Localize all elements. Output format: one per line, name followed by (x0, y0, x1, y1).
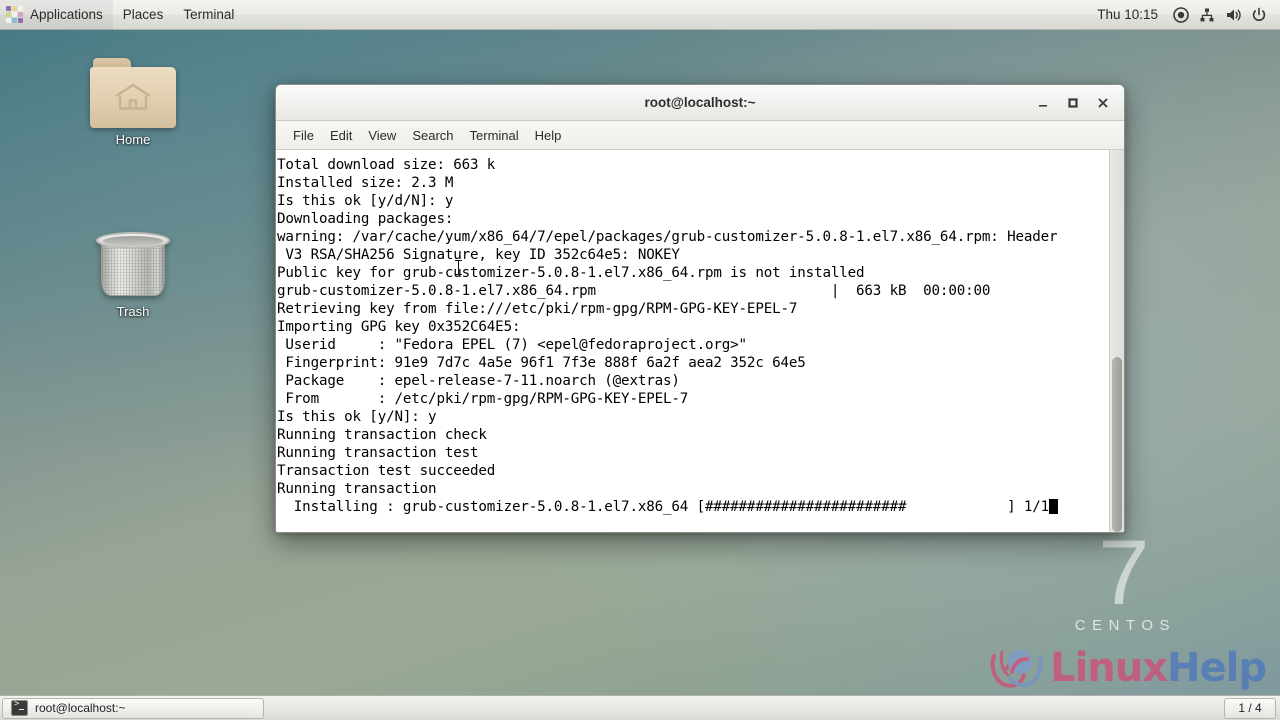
terminal-line: Userid : "Fedora EPEL (7) <epel@fedorapr… (277, 337, 747, 353)
logo-text-linux: Linux (1050, 645, 1168, 691)
house-icon (115, 83, 151, 110)
terminal-scrollbar[interactable] (1109, 150, 1124, 532)
terminal-line: Is this ok [y/N]: y (277, 409, 437, 425)
window-title-bar[interactable]: root@localhost:~ (276, 85, 1124, 121)
desktop-icon-trash-label: Trash (116, 304, 150, 319)
linuxhelp-logo-icon (990, 650, 1043, 688)
terminal-app-menu[interactable]: Terminal (173, 0, 244, 30)
power-icon[interactable] (1246, 0, 1272, 30)
minimize-icon (1039, 104, 1047, 107)
minimize-button[interactable] (1028, 88, 1058, 118)
close-icon (1098, 98, 1108, 107)
taskbar: root@localhost:~ 1 / 4 (0, 695, 1280, 720)
terminal-menu-bar: File Edit View Search Terminal Help (276, 121, 1124, 150)
terminal-line: Importing GPG key 0x352C64E5: (277, 319, 521, 335)
accessibility-icon[interactable] (1168, 0, 1194, 30)
menu-help[interactable]: Help (527, 124, 570, 147)
terminal-line: From : /etc/pki/rpm-gpg/RPM-GPG-KEY-EPEL… (277, 391, 689, 407)
terminal-body[interactable]: Total download size: 663 k Installed size… (276, 150, 1124, 532)
menu-terminal[interactable]: Terminal (462, 124, 527, 147)
terminal-line: warning: /var/cache/yum/x86_64/7/epel/pa… (277, 229, 1058, 245)
terminal-window[interactable]: root@localhost:~ File Edit View Search T… (275, 84, 1125, 533)
terminal-output[interactable]: Total download size: 663 k Installed size… (276, 150, 1109, 532)
terminal-scrollbar-thumb[interactable] (1112, 357, 1122, 532)
centos-version: 7 (1098, 522, 1149, 624)
centos-watermark: 7 CENTOS (1070, 522, 1176, 635)
centos-name: CENTOS (1074, 617, 1176, 635)
places-menu[interactable]: Places (113, 0, 174, 30)
close-button[interactable] (1088, 88, 1118, 118)
desktop-icon-home[interactable]: Home (78, 58, 188, 149)
terminal-line: Running transaction test (277, 445, 479, 461)
terminal-line: Package : epel-release-7-11.noarch (@ext… (277, 373, 680, 389)
folder-icon (90, 58, 176, 128)
terminal-line: Installed size: 2.3 M (277, 175, 454, 191)
terminal-line: Total download size: 663 k (277, 157, 496, 173)
applications-menu[interactable]: Applications (0, 0, 113, 30)
terminal-line: Transaction test succeeded (277, 463, 496, 479)
system-tray (1168, 0, 1280, 30)
desktop-icon-trash[interactable]: Trash (78, 228, 188, 321)
terminal-cursor (1049, 499, 1059, 514)
trash-icon (96, 228, 170, 300)
terminal-line: V3 RSA/SHA256 Signature, key ID 352c64e5… (277, 247, 680, 263)
terminal-line: Is this ok [y/d/N]: y (277, 193, 454, 209)
desktop-screen: Applications Places Terminal Thu 10:15 H… (0, 0, 1280, 720)
logo-text-help: Help (1167, 645, 1267, 691)
desktop-icon-home-label: Home (115, 132, 151, 147)
terminal-line: Public key for grub-customizer-5.0.8-1.e… (277, 265, 865, 281)
top-panel: Applications Places Terminal Thu 10:15 (0, 0, 1280, 30)
applications-icon (6, 6, 23, 23)
panel-clock[interactable]: Thu 10:15 (1087, 0, 1168, 30)
volume-icon[interactable] (1220, 0, 1246, 30)
window-controls (1028, 85, 1118, 120)
terminal-line: grub-customizer-5.0.8-1.el7.x86_64.rpm |… (277, 283, 991, 299)
taskbar-window-label: root@localhost:~ (35, 701, 126, 715)
linuxhelp-watermark: LinuxHelp (990, 642, 1267, 694)
terminal-line: Retrieving key from file:///etc/pki/rpm-… (277, 301, 798, 317)
terminal-line: Downloading packages: (277, 211, 454, 227)
taskbar-window-button[interactable]: root@localhost:~ (2, 697, 264, 719)
terminal-line: Installing : grub-customizer-5.0.8-1.el7… (276, 498, 1109, 516)
menu-file[interactable]: File (285, 124, 322, 147)
terminal-line: Fingerprint: 91e9 7d7c 4a5e 96f1 7f3e 88… (277, 355, 806, 371)
terminal-line: Running transaction (277, 481, 437, 497)
window-title: root@localhost:~ (644, 95, 756, 110)
terminal-line: Running transaction check (277, 427, 487, 443)
maximize-button[interactable] (1058, 88, 1088, 118)
menu-view[interactable]: View (360, 124, 404, 147)
terminal-icon (11, 699, 28, 716)
maximize-icon (1068, 97, 1078, 108)
network-icon[interactable] (1194, 0, 1220, 30)
workspace-indicator[interactable]: 1 / 4 (1224, 697, 1276, 719)
places-menu-label: Places (122, 7, 164, 22)
menu-edit[interactable]: Edit (322, 124, 360, 147)
applications-menu-label: Applications (30, 7, 103, 22)
terminal-app-menu-label: Terminal (183, 7, 235, 22)
menu-search[interactable]: Search (404, 124, 461, 147)
